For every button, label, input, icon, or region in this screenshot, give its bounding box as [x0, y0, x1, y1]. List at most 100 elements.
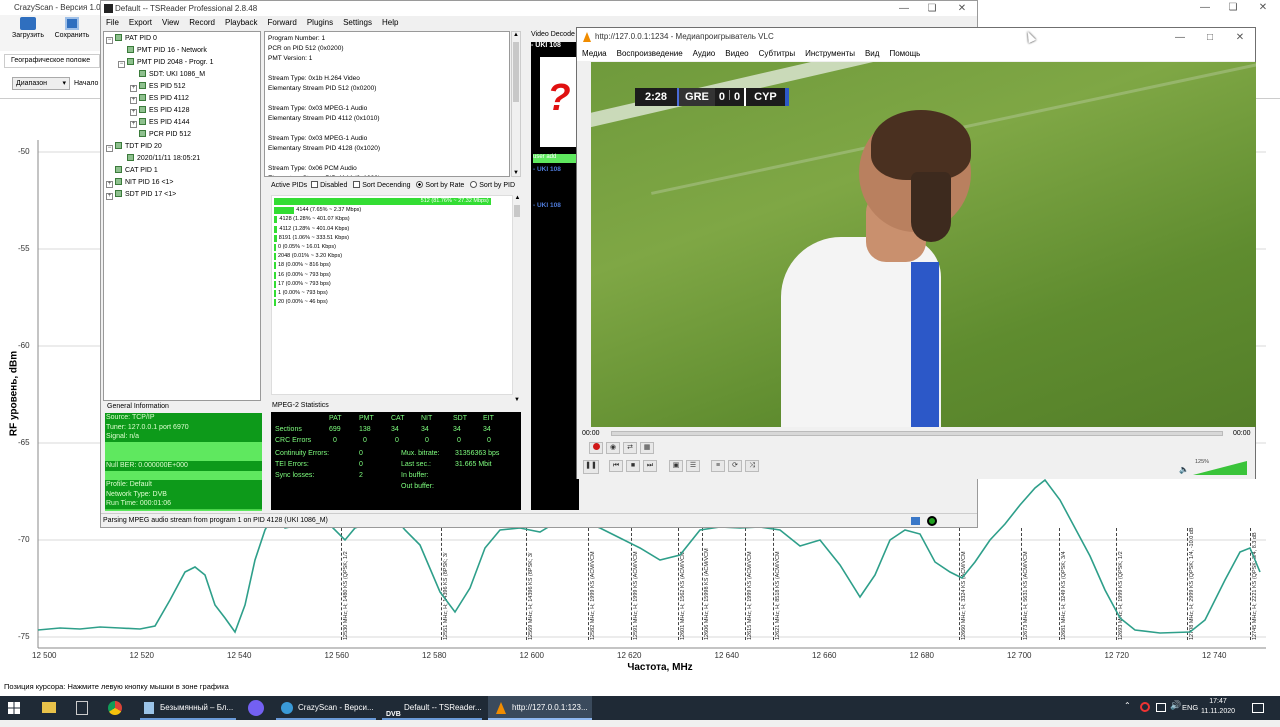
- expand-icon[interactable]: +: [130, 121, 137, 128]
- tray-language[interactable]: ENG: [1182, 703, 1198, 712]
- loop-ab-button[interactable]: ⇄: [623, 442, 637, 454]
- expand-icon[interactable]: +: [106, 181, 113, 188]
- vlc-menu-item[interactable]: Аудио: [688, 46, 721, 61]
- pause-button[interactable]: ❚❚: [583, 460, 599, 474]
- tree-node[interactable]: − PAT PID 0: [106, 33, 258, 45]
- speaker-icon[interactable]: 🔈: [1179, 465, 1189, 474]
- vlc-maximize-button[interactable]: □: [1195, 30, 1225, 45]
- file-explorer-button[interactable]: [42, 702, 56, 713]
- menu-item[interactable]: Playback: [220, 16, 262, 30]
- tray-opera-icon[interactable]: [1140, 702, 1150, 712]
- vlc-menu-item[interactable]: Вид: [860, 46, 884, 61]
- pid-row[interactable]: 18 (0.00% ~ 816 bps): [274, 261, 512, 270]
- menu-item[interactable]: Record: [184, 16, 220, 30]
- taskview-button[interactable]: [76, 701, 88, 715]
- tray-network-icon[interactable]: [1156, 703, 1166, 712]
- vlc-menu-item[interactable]: Медиа: [577, 46, 612, 61]
- tree-node[interactable]: − PMT PID 2048 - Progr. 1: [106, 57, 258, 69]
- vlc-close-button[interactable]: ✕: [1225, 30, 1255, 45]
- menu-item[interactable]: Settings: [338, 16, 377, 30]
- tree-node[interactable]: +2020/11/11 18:05:21: [106, 153, 258, 165]
- collapse-icon[interactable]: −: [118, 61, 125, 68]
- collapse-icon[interactable]: −: [106, 37, 113, 44]
- tsreader-maximize-button[interactable]: ❏: [917, 1, 947, 16]
- fullscreen-button[interactable]: ▣: [669, 460, 683, 472]
- vlc-menu-item[interactable]: Помощь: [884, 46, 925, 61]
- previous-button[interactable]: ⏮: [609, 460, 623, 472]
- menu-item[interactable]: Export: [124, 16, 157, 30]
- taskbar-item-vlc[interactable]: http://127.0.0.1:123...: [488, 696, 592, 720]
- menu-item[interactable]: File: [101, 16, 124, 30]
- vlc-menu-item[interactable]: Видео: [720, 46, 753, 61]
- video-frame[interactable]: 2:28 GRE 0 0 CYP: [591, 62, 1256, 427]
- sort-rate-radio[interactable]: Sort by Rate: [416, 181, 464, 189]
- menu-item[interactable]: View: [157, 16, 184, 30]
- scroll-thumb[interactable]: [513, 42, 519, 102]
- viber-button[interactable]: [248, 700, 264, 716]
- vlc-menu-item[interactable]: Инструменты: [800, 46, 860, 61]
- expand-icon[interactable]: +: [130, 85, 137, 92]
- tree-node[interactable]: +SDT: UKI 1086_M: [106, 69, 258, 81]
- tree-node[interactable]: + SDT PID 17 <1>: [106, 189, 258, 201]
- pid-row[interactable]: 4128 (1.28% ~ 401.07 Kbps): [274, 215, 512, 224]
- stream-tree[interactable]: −PAT PID 0+PMT PID 16 - Network−PMT PID …: [103, 31, 261, 401]
- chrome-button[interactable]: [108, 701, 122, 715]
- menu-item[interactable]: Plugins: [302, 16, 338, 30]
- tree-node[interactable]: + ES PID 512: [106, 81, 258, 93]
- tsreader-close-button[interactable]: ✕: [947, 1, 977, 16]
- shuffle-button[interactable]: ⤨: [745, 460, 759, 472]
- expand-icon[interactable]: +: [106, 193, 113, 200]
- tree-node[interactable]: +PMT PID 16 - Network: [106, 45, 258, 57]
- taskbar-item-crazyscan[interactable]: CrazyScan - Верси...: [276, 696, 376, 720]
- pid-row[interactable]: 1 (0.00% ~ 793 bps): [274, 289, 512, 298]
- pid-row[interactable]: 20 (0.00% ~ 46 bps): [274, 298, 512, 307]
- pids-scrollbar[interactable]: ▲ ▼: [513, 195, 522, 403]
- pid-row[interactable]: 17 (0.00% ~ 793 bps): [274, 280, 512, 289]
- sort-desc-checkbox[interactable]: Sort Decending: [353, 181, 411, 189]
- notification-icon[interactable]: [1252, 703, 1264, 713]
- tray-volume-icon[interactable]: 🔊: [1170, 700, 1181, 711]
- pid-row[interactable]: 0 (0.05% ~ 16.01 Kbps): [274, 243, 512, 252]
- snapshot-button[interactable]: ◉: [606, 442, 620, 454]
- taskbar-item-notepad[interactable]: Безымянный – Бл...: [140, 696, 236, 720]
- extended-settings-button[interactable]: ☰: [686, 460, 700, 472]
- tree-node[interactable]: + NIT PID 16 <1>: [106, 177, 258, 189]
- tray-chevron-icon[interactable]: ⌃: [1124, 701, 1131, 710]
- menu-item[interactable]: Forward: [262, 16, 301, 30]
- pid-row[interactable]: 4112 (1.28% ~ 401.04 Kbps): [274, 225, 512, 234]
- tree-node[interactable]: + ES PID 4128: [106, 105, 258, 117]
- vlc-menu-item[interactable]: Воспроизведение: [612, 46, 688, 61]
- taskbar-item-tsreader[interactable]: DVB Default -- TSReader...: [382, 696, 482, 720]
- volume-slider[interactable]: [1193, 461, 1247, 477]
- pid-row[interactable]: 512 (81.76% ~ 27.32 Mbps): [274, 197, 512, 206]
- pid-row[interactable]: 2048 (0.01% ~ 3.20 Kbps): [274, 252, 512, 261]
- scroll-thumb[interactable]: [514, 205, 520, 217]
- pid-row[interactable]: 4144 (7.65% ~ 2.37 Mbps): [274, 206, 512, 215]
- playlist-button[interactable]: ≡: [711, 460, 725, 472]
- stop-button[interactable]: ■: [626, 460, 640, 472]
- tree-node[interactable]: +PCR PID 512: [106, 129, 258, 141]
- vlc-menu-item[interactable]: Субтитры: [754, 46, 800, 61]
- program-info-scrollbar[interactable]: ▲ ▼: [511, 31, 521, 177]
- expand-icon[interactable]: +: [130, 109, 137, 116]
- pid-row[interactable]: 8191 (1.06% ~ 333.51 Kbps): [274, 234, 512, 243]
- record-button[interactable]: [589, 442, 603, 454]
- disabled-checkbox[interactable]: Disabled: [311, 181, 347, 189]
- loop-button[interactable]: ⟳: [728, 460, 742, 472]
- next-button[interactable]: ⏭: [643, 460, 657, 472]
- tree-node[interactable]: +CAT PID 1: [106, 165, 258, 177]
- pid-row[interactable]: 16 (0.00% ~ 793 bps): [274, 271, 512, 280]
- start-button[interactable]: [8, 702, 20, 714]
- active-pids-list[interactable]: 512 (81.76% ~ 27.32 Mbps) 4144 (7.65% ~ 2…: [271, 195, 513, 395]
- collapse-icon[interactable]: −: [106, 145, 113, 152]
- vlc-minimize-button[interactable]: —: [1165, 30, 1195, 45]
- frame-step-button[interactable]: ▦: [640, 442, 654, 454]
- seek-bar[interactable]: [611, 431, 1223, 436]
- tray-clock[interactable]: 17:47 11.11.2020: [1200, 697, 1236, 717]
- sort-pid-radio[interactable]: Sort by PID: [470, 181, 515, 189]
- tree-node[interactable]: − TDT PID 20: [106, 141, 258, 153]
- menu-item[interactable]: Help: [377, 16, 403, 30]
- tsreader-minimize-button[interactable]: —: [889, 1, 919, 16]
- tree-node[interactable]: + ES PID 4112: [106, 93, 258, 105]
- tree-node[interactable]: + ES PID 4144: [106, 117, 258, 129]
